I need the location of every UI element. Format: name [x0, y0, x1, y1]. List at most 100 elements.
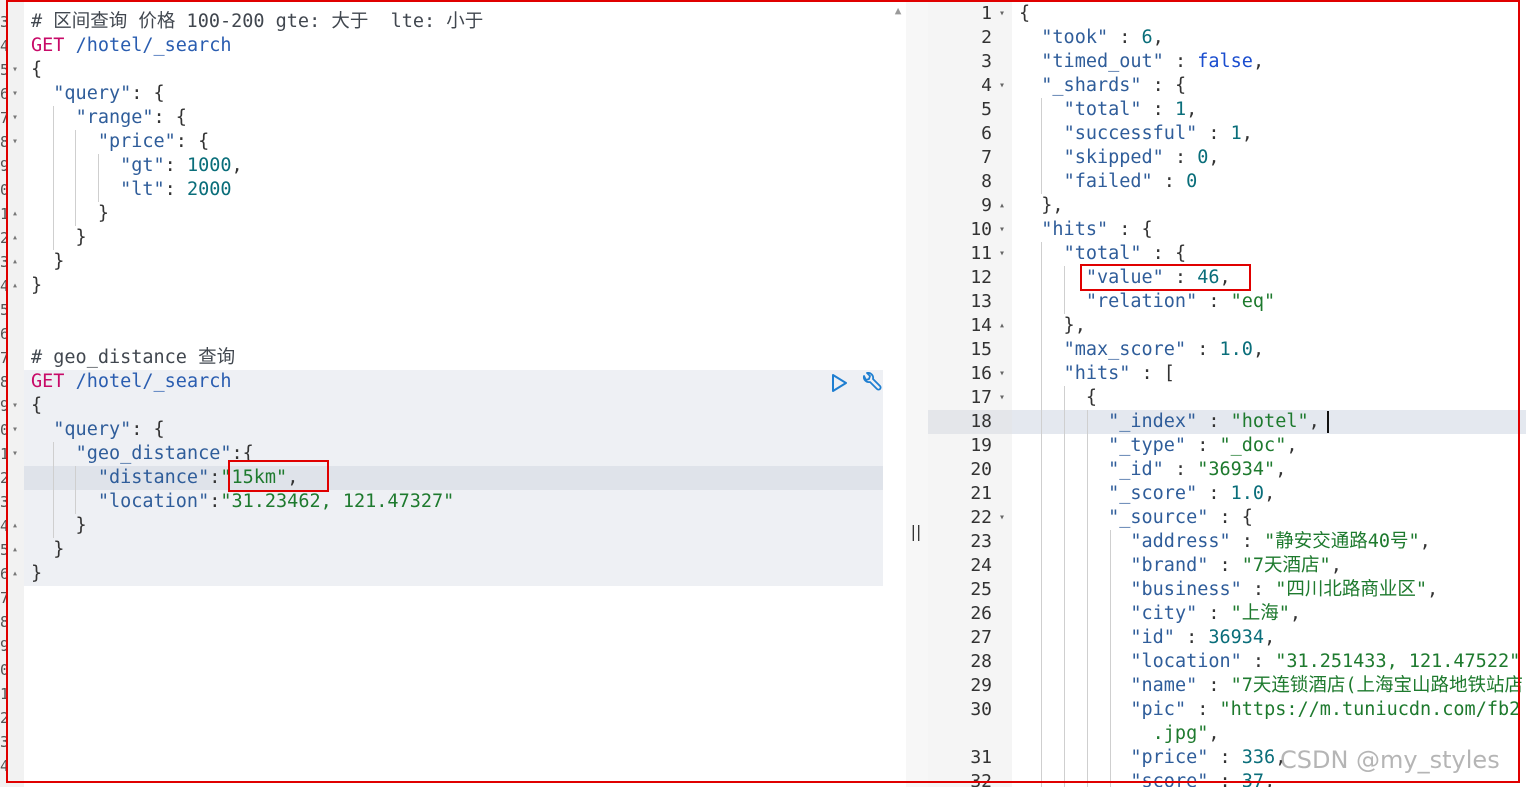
- code-line[interactable]: "price": {: [31, 130, 209, 154]
- response-code-token: [1019, 27, 1041, 48]
- response-code-token: [1019, 171, 1064, 192]
- fold-toggle-icon[interactable]: ▴: [10, 202, 20, 226]
- response-code-token: 6: [1141, 27, 1153, 48]
- code-line[interactable]: }: [31, 274, 42, 298]
- response-code-line[interactable]: "_source" : {: [1019, 506, 1253, 530]
- code-line[interactable]: # geo_distance 查询: [31, 346, 235, 370]
- scroll-up-icon[interactable]: ▲: [891, 4, 905, 18]
- fold-toggle-icon[interactable]: ▾: [996, 218, 1008, 242]
- fold-toggle-icon[interactable]: ▾: [996, 2, 1008, 26]
- response-code-line[interactable]: .jpg",: [1019, 722, 1220, 746]
- response-code-token: :: [1141, 99, 1175, 120]
- request-editor-gutter[interactable]: 3 4 5 ▾ 6 ▾ 7 ▾ 8 ▾ 9 0 1 ▴ 2 ▴ 3 ▴ 4 ▴ 5 6 7 8 9 ▾ 0 ▾ 1 ▾ 2 3 4 ▴ 5 ▴ 6 ▴ 7 8…: [0, 0, 24, 787]
- response-code-line[interactable]: "total" : 1,: [1019, 98, 1198, 122]
- code-line[interactable]: "gt": 1000,: [31, 154, 243, 178]
- fold-toggle-icon[interactable]: ▾: [10, 418, 20, 442]
- fold-toggle-icon[interactable]: ▾: [996, 362, 1008, 386]
- fold-toggle-icon[interactable]: ▾: [10, 442, 20, 466]
- code-line[interactable]: }: [31, 226, 87, 250]
- code-line[interactable]: # 区间查询 价格 100-200 gte: 大于 lte: 小于: [31, 10, 483, 34]
- response-code-line[interactable]: "skipped" : 0,: [1019, 146, 1220, 170]
- fold-toggle-icon[interactable]: ▾: [996, 506, 1008, 530]
- response-code-line[interactable]: {: [1019, 2, 1030, 26]
- code-line[interactable]: "query": {: [31, 418, 164, 442]
- response-code-line[interactable]: "location" : "31.251433, 121.47522": [1019, 650, 1520, 674]
- response-line-number: 1: [981, 3, 992, 24]
- response-code-token: 1.0: [1230, 483, 1265, 504]
- fold-toggle-icon[interactable]: ▴: [10, 250, 20, 274]
- code-line[interactable]: GET /hotel/_search: [31, 34, 232, 58]
- response-code-line[interactable]: "timed_out" : false,: [1019, 50, 1264, 74]
- code-line[interactable]: }: [31, 250, 64, 274]
- fold-toggle-icon[interactable]: ▾: [10, 58, 20, 82]
- response-code-line[interactable]: "_index" : "hotel",: [1019, 410, 1320, 434]
- code-line[interactable]: {: [31, 394, 42, 418]
- response-code-line[interactable]: "score" : 37,: [1019, 770, 1275, 787]
- response-code-line[interactable]: "name" : "7天连锁酒店(上海宝山路地铁站店)": [1019, 674, 1526, 698]
- fold-toggle-icon[interactable]: ▴: [996, 314, 1008, 338]
- code-line[interactable]: GET /hotel/_search: [31, 370, 232, 394]
- response-code-line[interactable]: "value" : 46,: [1019, 266, 1231, 290]
- response-code-line[interactable]: "brand" : "7天酒店",: [1019, 554, 1341, 578]
- response-line-number: 12: [970, 267, 992, 288]
- response-code-line[interactable]: "_score" : 1.0,: [1019, 482, 1275, 506]
- response-code-line[interactable]: "total" : {: [1019, 242, 1187, 266]
- fold-toggle-icon[interactable]: ▾: [10, 130, 20, 154]
- fold-toggle-icon[interactable]: ▾: [996, 74, 1008, 98]
- code-line[interactable]: }: [31, 538, 64, 562]
- response-code-line[interactable]: "_shards" : {: [1019, 74, 1186, 98]
- response-code-line[interactable]: },: [1019, 194, 1063, 218]
- response-code-line[interactable]: "_type" : "_doc",: [1019, 434, 1297, 458]
- code-line[interactable]: "range": {: [31, 106, 187, 130]
- code-line[interactable]: "distance":"15km",: [31, 466, 299, 490]
- response-line-number: 6: [981, 123, 992, 144]
- code-line[interactable]: "lt": 2000: [31, 178, 231, 202]
- response-line-number: 21: [970, 483, 992, 504]
- response-code-line[interactable]: "hits" : [: [1019, 362, 1175, 386]
- request-editor-pane[interactable]: 3 4 5 ▾ 6 ▾ 7 ▾ 8 ▾ 9 0 1 ▴ 2 ▴ 3 ▴ 4 ▴ 5 6 7 8 9 ▾ 0 ▾ 1 ▾ 2 3 4 ▴ 5 ▴ 6 ▴ 7 8…: [0, 0, 906, 787]
- code-line[interactable]: "geo_distance":{: [31, 442, 254, 466]
- response-code-token: ,: [1252, 339, 1265, 360]
- line-number: 1: [0, 205, 6, 223]
- fold-toggle-icon[interactable]: ▾: [10, 82, 20, 106]
- pane-divider[interactable]: [906, 0, 928, 787]
- code-line[interactable]: {: [31, 58, 42, 82]
- fold-toggle-icon[interactable]: ▾: [10, 394, 20, 418]
- fold-toggle-icon[interactable]: ▾: [996, 242, 1008, 266]
- response-code-line[interactable]: {: [1019, 386, 1097, 410]
- response-code-line[interactable]: "max_score" : 1.0,: [1019, 338, 1265, 362]
- code-line[interactable]: }: [31, 202, 109, 226]
- fold-toggle-icon[interactable]: ▴: [996, 194, 1008, 218]
- response-code-line[interactable]: "failed" : 0: [1019, 170, 1198, 194]
- response-code-line[interactable]: "price" : 336,: [1019, 746, 1286, 770]
- response-code-line[interactable]: "took" : 6,: [1019, 26, 1164, 50]
- response-code-line[interactable]: "relation" : "eq": [1019, 290, 1275, 314]
- code-line[interactable]: }: [31, 562, 42, 586]
- response-code-line[interactable]: },: [1019, 314, 1086, 338]
- run-request-icon[interactable]: [829, 373, 849, 393]
- response-code-token: "四川北路商业区": [1275, 579, 1427, 600]
- code-line[interactable]: }: [31, 514, 87, 538]
- fold-toggle-icon[interactable]: ▴: [10, 226, 20, 250]
- fold-toggle-icon[interactable]: ▴: [10, 274, 20, 298]
- code-line[interactable]: "query": {: [31, 82, 164, 106]
- fold-toggle-icon[interactable]: ▴: [10, 538, 20, 562]
- wrench-icon[interactable]: [858, 372, 882, 394]
- code-line[interactable]: "location":"31.23462, 121.47327": [31, 490, 454, 514]
- response-code-line[interactable]: "_id" : "36934",: [1019, 458, 1286, 482]
- fold-toggle-icon[interactable]: ▴: [10, 514, 20, 538]
- response-line-number: 31: [970, 747, 992, 768]
- response-code-line[interactable]: "hits" : {: [1019, 218, 1152, 242]
- resize-handle[interactable]: ||: [909, 520, 923, 544]
- response-pane[interactable]: 1 ▾ 2 3 4 ▾ 5 6 7 8 9 ▴ 10 ▾ 11 ▾ 12 13 14 ▴ 15 16 ▾ 17 ▾ 18 19 20 2…: [928, 0, 1526, 787]
- fold-toggle-icon[interactable]: ▴: [10, 562, 20, 586]
- response-code-line[interactable]: "id" : 36934,: [1019, 626, 1275, 650]
- response-code-line[interactable]: "successful" : 1,: [1019, 122, 1253, 146]
- response-code-line[interactable]: "pic" : "https://m.tuniucdn.com/fb2: [1019, 698, 1520, 722]
- response-code-token: "city": [1130, 603, 1198, 624]
- fold-toggle-icon[interactable]: ▾: [996, 386, 1008, 410]
- response-code-line[interactable]: "city" : "上海",: [1019, 602, 1301, 626]
- fold-toggle-icon[interactable]: ▾: [10, 106, 20, 130]
- response-code-line[interactable]: "business" : "四川北路商业区",: [1019, 578, 1438, 602]
- response-code-line[interactable]: "address" : "静安交通路40号",: [1019, 530, 1430, 554]
